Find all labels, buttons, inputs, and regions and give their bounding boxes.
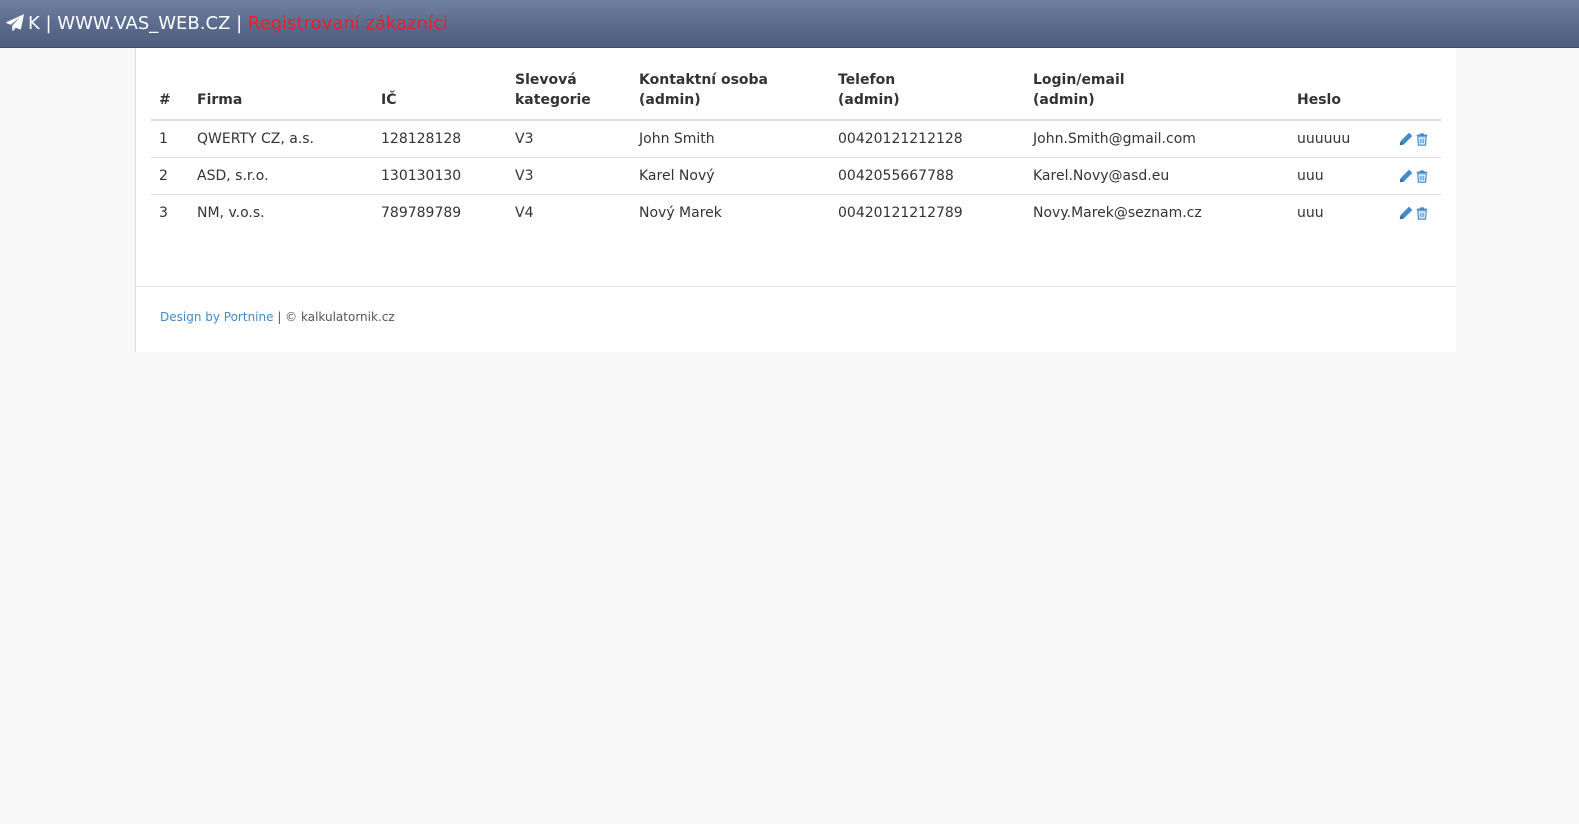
trash-icon[interactable]	[1415, 206, 1429, 220]
header-login: Login/email (admin)	[1025, 70, 1289, 121]
cell-kontakt: John Smith	[631, 120, 830, 158]
page-title: Registrovaní zákazníci	[247, 13, 448, 34]
header-kategorie: Slevová kategorie	[507, 70, 631, 121]
header-login-line2: (admin)	[1033, 92, 1095, 108]
footer-divider	[136, 286, 1456, 287]
cell-telefon: 0042055667788	[830, 157, 1025, 195]
content-panel: # Firma IČ Slevová kategorie Kontaktní os…	[135, 48, 1456, 352]
cell-telefon: 00420121212789	[838, 205, 963, 221]
header-telefon: Telefon (admin)	[830, 70, 1025, 121]
cell-num: 3	[159, 205, 168, 221]
pencil-icon[interactable]	[1399, 169, 1413, 183]
header-kontakt: Kontaktní osoba (admin)	[631, 70, 830, 121]
cell-firma: QWERTY CZ, a.s.	[189, 120, 373, 158]
cell-actions	[1381, 157, 1441, 195]
cell-heslo: uuu	[1297, 205, 1324, 221]
cell-kategorie: V4	[515, 205, 534, 221]
header-firma: Firma	[189, 70, 373, 121]
cell-heslo: uuuuuu	[1289, 120, 1381, 158]
cell-kategorie: V3	[507, 120, 631, 158]
brand-text: K | WWW.VAS_WEB.CZ |	[28, 13, 248, 34]
cell-kontakt: Karel Nový	[631, 157, 830, 195]
design-by-link[interactable]: Design by Portnine	[160, 310, 274, 324]
trash-icon[interactable]	[1415, 132, 1429, 146]
header-telefon-line2: (admin)	[838, 92, 900, 108]
header-kategorie-line1: Slevová	[515, 72, 577, 88]
cell-firma: NM, v.o.s.	[197, 205, 265, 221]
cell-num: 2	[151, 157, 189, 195]
brand[interactable]: K | WWW.VAS_WEB.CZ | Registrovaní zákazn…	[6, 0, 448, 48]
header-heslo: Heslo	[1289, 70, 1381, 121]
header-kategorie-line2: kategorie	[515, 92, 591, 108]
cell-kontakt: Nový Marek	[639, 205, 722, 221]
table-row: 1 QWERTY CZ, a.s. 128128128 V3 John Smit…	[151, 120, 1441, 158]
header-kontakt-line2: (admin)	[639, 92, 701, 108]
cell-login: Novy.Marek@seznam.cz	[1033, 205, 1202, 221]
customers-table: # Firma IČ Slevová kategorie Kontaktní os…	[151, 70, 1441, 231]
header-telefon-line1: Telefon	[838, 72, 896, 88]
cell-kategorie: V3	[507, 157, 631, 195]
cell-login: Karel.Novy@asd.eu	[1025, 157, 1289, 195]
top-navbar: K | WWW.VAS_WEB.CZ | Registrovaní zákazn…	[0, 0, 1579, 48]
paper-plane-icon	[6, 13, 24, 31]
footer: Design by Portnine | © kalkulatornik.cz	[160, 310, 395, 324]
header-actions	[1381, 70, 1441, 121]
header-kontakt-line1: Kontaktní osoba	[639, 72, 769, 88]
footer-copyright: © kalkulatornik.cz	[285, 310, 395, 324]
pencil-icon[interactable]	[1399, 206, 1413, 220]
table-row: 3 NM, v.o.s. 789789789 V4 Nový Marek 004…	[151, 195, 1441, 232]
cell-login: John.Smith@gmail.com	[1025, 120, 1289, 158]
cell-telefon: 00420121212128	[830, 120, 1025, 158]
header-login-line1: Login/email	[1033, 72, 1125, 88]
table-row: 2 ASD, s.r.o. 130130130 V3 Karel Nový 00…	[151, 157, 1441, 195]
cell-actions	[1381, 195, 1441, 232]
pencil-icon[interactable]	[1399, 132, 1413, 146]
trash-icon[interactable]	[1415, 169, 1429, 183]
cell-num: 1	[151, 120, 189, 158]
cell-firma: ASD, s.r.o.	[189, 157, 373, 195]
header-num: #	[151, 70, 189, 121]
cell-ic: 789789789	[381, 205, 462, 221]
table-header-row: # Firma IČ Slevová kategorie Kontaktní os…	[151, 70, 1441, 121]
cell-ic: 130130130	[373, 157, 507, 195]
cell-heslo: uuu	[1289, 157, 1381, 195]
header-ic: IČ	[373, 70, 507, 121]
cell-ic: 128128128	[373, 120, 507, 158]
cell-actions	[1381, 120, 1441, 158]
footer-separator: |	[273, 310, 286, 324]
